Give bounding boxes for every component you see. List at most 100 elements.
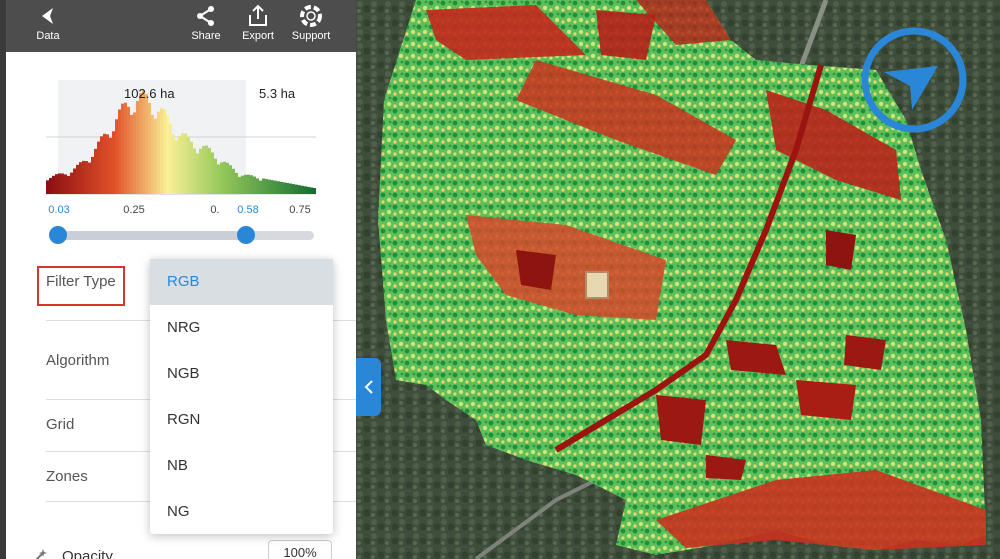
lifebuoy-icon [300,5,322,27]
histogram-bar [67,175,70,194]
histogram-bar [313,188,316,194]
histogram-bar [235,172,238,194]
histogram-bar [133,112,136,194]
histogram-bar [289,183,292,194]
histogram-bar [52,175,55,194]
histogram-bar [184,133,187,194]
support-button[interactable]: Support [288,0,334,52]
dropdown-option-nb[interactable]: NB [150,443,333,489]
histogram-bar [208,147,211,194]
histogram-bar [217,164,220,194]
histogram-bar [199,148,202,194]
stressed-zone [656,395,706,445]
histogram-bar [100,136,103,194]
histogram-bar [73,168,76,194]
histogram-bar [49,177,52,194]
histogram-bar [250,175,253,194]
histogram-bar [145,94,148,194]
collapse-panel-button[interactable] [356,358,381,416]
support-label: Support [291,30,331,42]
histogram-bar [112,131,115,194]
histogram-bar [265,179,268,194]
histogram-bar [196,153,199,194]
histogram-bar [271,180,274,194]
histogram-bar [85,161,88,194]
histogram-bar [142,90,145,194]
histogram-ticks: 0.03 0.25 0. 0.58 0.75 [0,204,356,218]
histogram-bar [220,162,223,194]
histogram-bar [298,185,301,194]
range-slider-max-handle[interactable] [237,226,255,244]
export-icon [249,4,267,26]
stressed-zone [516,250,556,290]
algorithm-label[interactable]: Algorithm [46,352,109,369]
histogram-bar [136,100,139,194]
histogram-bar [253,176,256,194]
histogram-bar [181,133,184,194]
filter-type-label[interactable]: Filter Type [46,273,116,290]
histogram-bar [274,180,277,194]
histogram-bar [46,180,49,194]
back-label: Data [36,30,60,42]
histogram-bar [115,119,118,194]
histogram-bar [103,133,106,194]
dropdown-option-rgb[interactable]: RGB [150,259,333,305]
histogram-bar [82,160,85,194]
histogram-bar [70,172,73,194]
export-label: Export [242,30,274,42]
histogram-bar [64,174,67,194]
compass-arrow-icon[interactable] [860,26,968,134]
histogram-bar [91,156,94,194]
dropdown-option-nrg[interactable]: NRG [150,305,333,351]
left-edge-strip [0,0,6,559]
top-toolbar: Data Share Export Support [6,0,356,52]
histogram-bar [202,145,205,194]
histogram-bar [94,148,97,194]
histogram-bar [241,175,244,194]
dropdown-option-rgn[interactable]: RGN [150,397,333,443]
stressed-zone [826,230,856,270]
histogram-bar [223,161,226,194]
histogram-bar [175,140,178,194]
tick-label: 0.25 [123,204,145,216]
histogram-bar [118,109,121,194]
histogram-bar [58,173,61,194]
histogram-bar [187,136,190,194]
histogram-bar [157,111,160,194]
histogram-bar [88,162,91,194]
histogram-bar [277,181,280,194]
range-slider-selection [58,231,246,240]
histogram-bar [226,162,229,194]
tick-label: 0.03 [48,204,70,216]
histogram-bar [283,182,286,194]
share-button[interactable]: Share [186,0,226,52]
stressed-zone [596,10,656,60]
histogram-bar [301,185,304,194]
histogram-bar [211,152,214,194]
histogram-bar [232,168,235,194]
histogram-bar [214,158,217,194]
histogram-bar [166,114,169,194]
histogram-bar [292,184,295,194]
dropdown-option-ngb[interactable]: NGB [150,351,333,397]
share-label: Share [191,30,221,42]
zones-label[interactable]: Zones [46,468,88,485]
histogram-bar [238,176,241,194]
building [585,271,609,299]
chevron-left-icon [364,380,373,394]
histogram-bar [178,135,181,194]
back-button[interactable]: Data [28,0,68,52]
dropdown-option-ng[interactable]: NG [150,489,333,535]
opacity-input[interactable]: 100% [268,540,332,559]
histogram-bar [97,141,100,194]
grid-label[interactable]: Grid [46,416,74,433]
histogram-bar [121,103,124,194]
histogram-bar [127,106,130,194]
export-button[interactable]: Export [236,0,280,52]
range-slider-min-handle[interactable] [49,226,67,244]
histogram-bar [79,162,82,194]
histogram-bar [259,180,262,194]
histogram-area-right: 5.3 ha [259,86,296,101]
histogram-bar [268,179,271,194]
stressed-zone [796,380,856,420]
